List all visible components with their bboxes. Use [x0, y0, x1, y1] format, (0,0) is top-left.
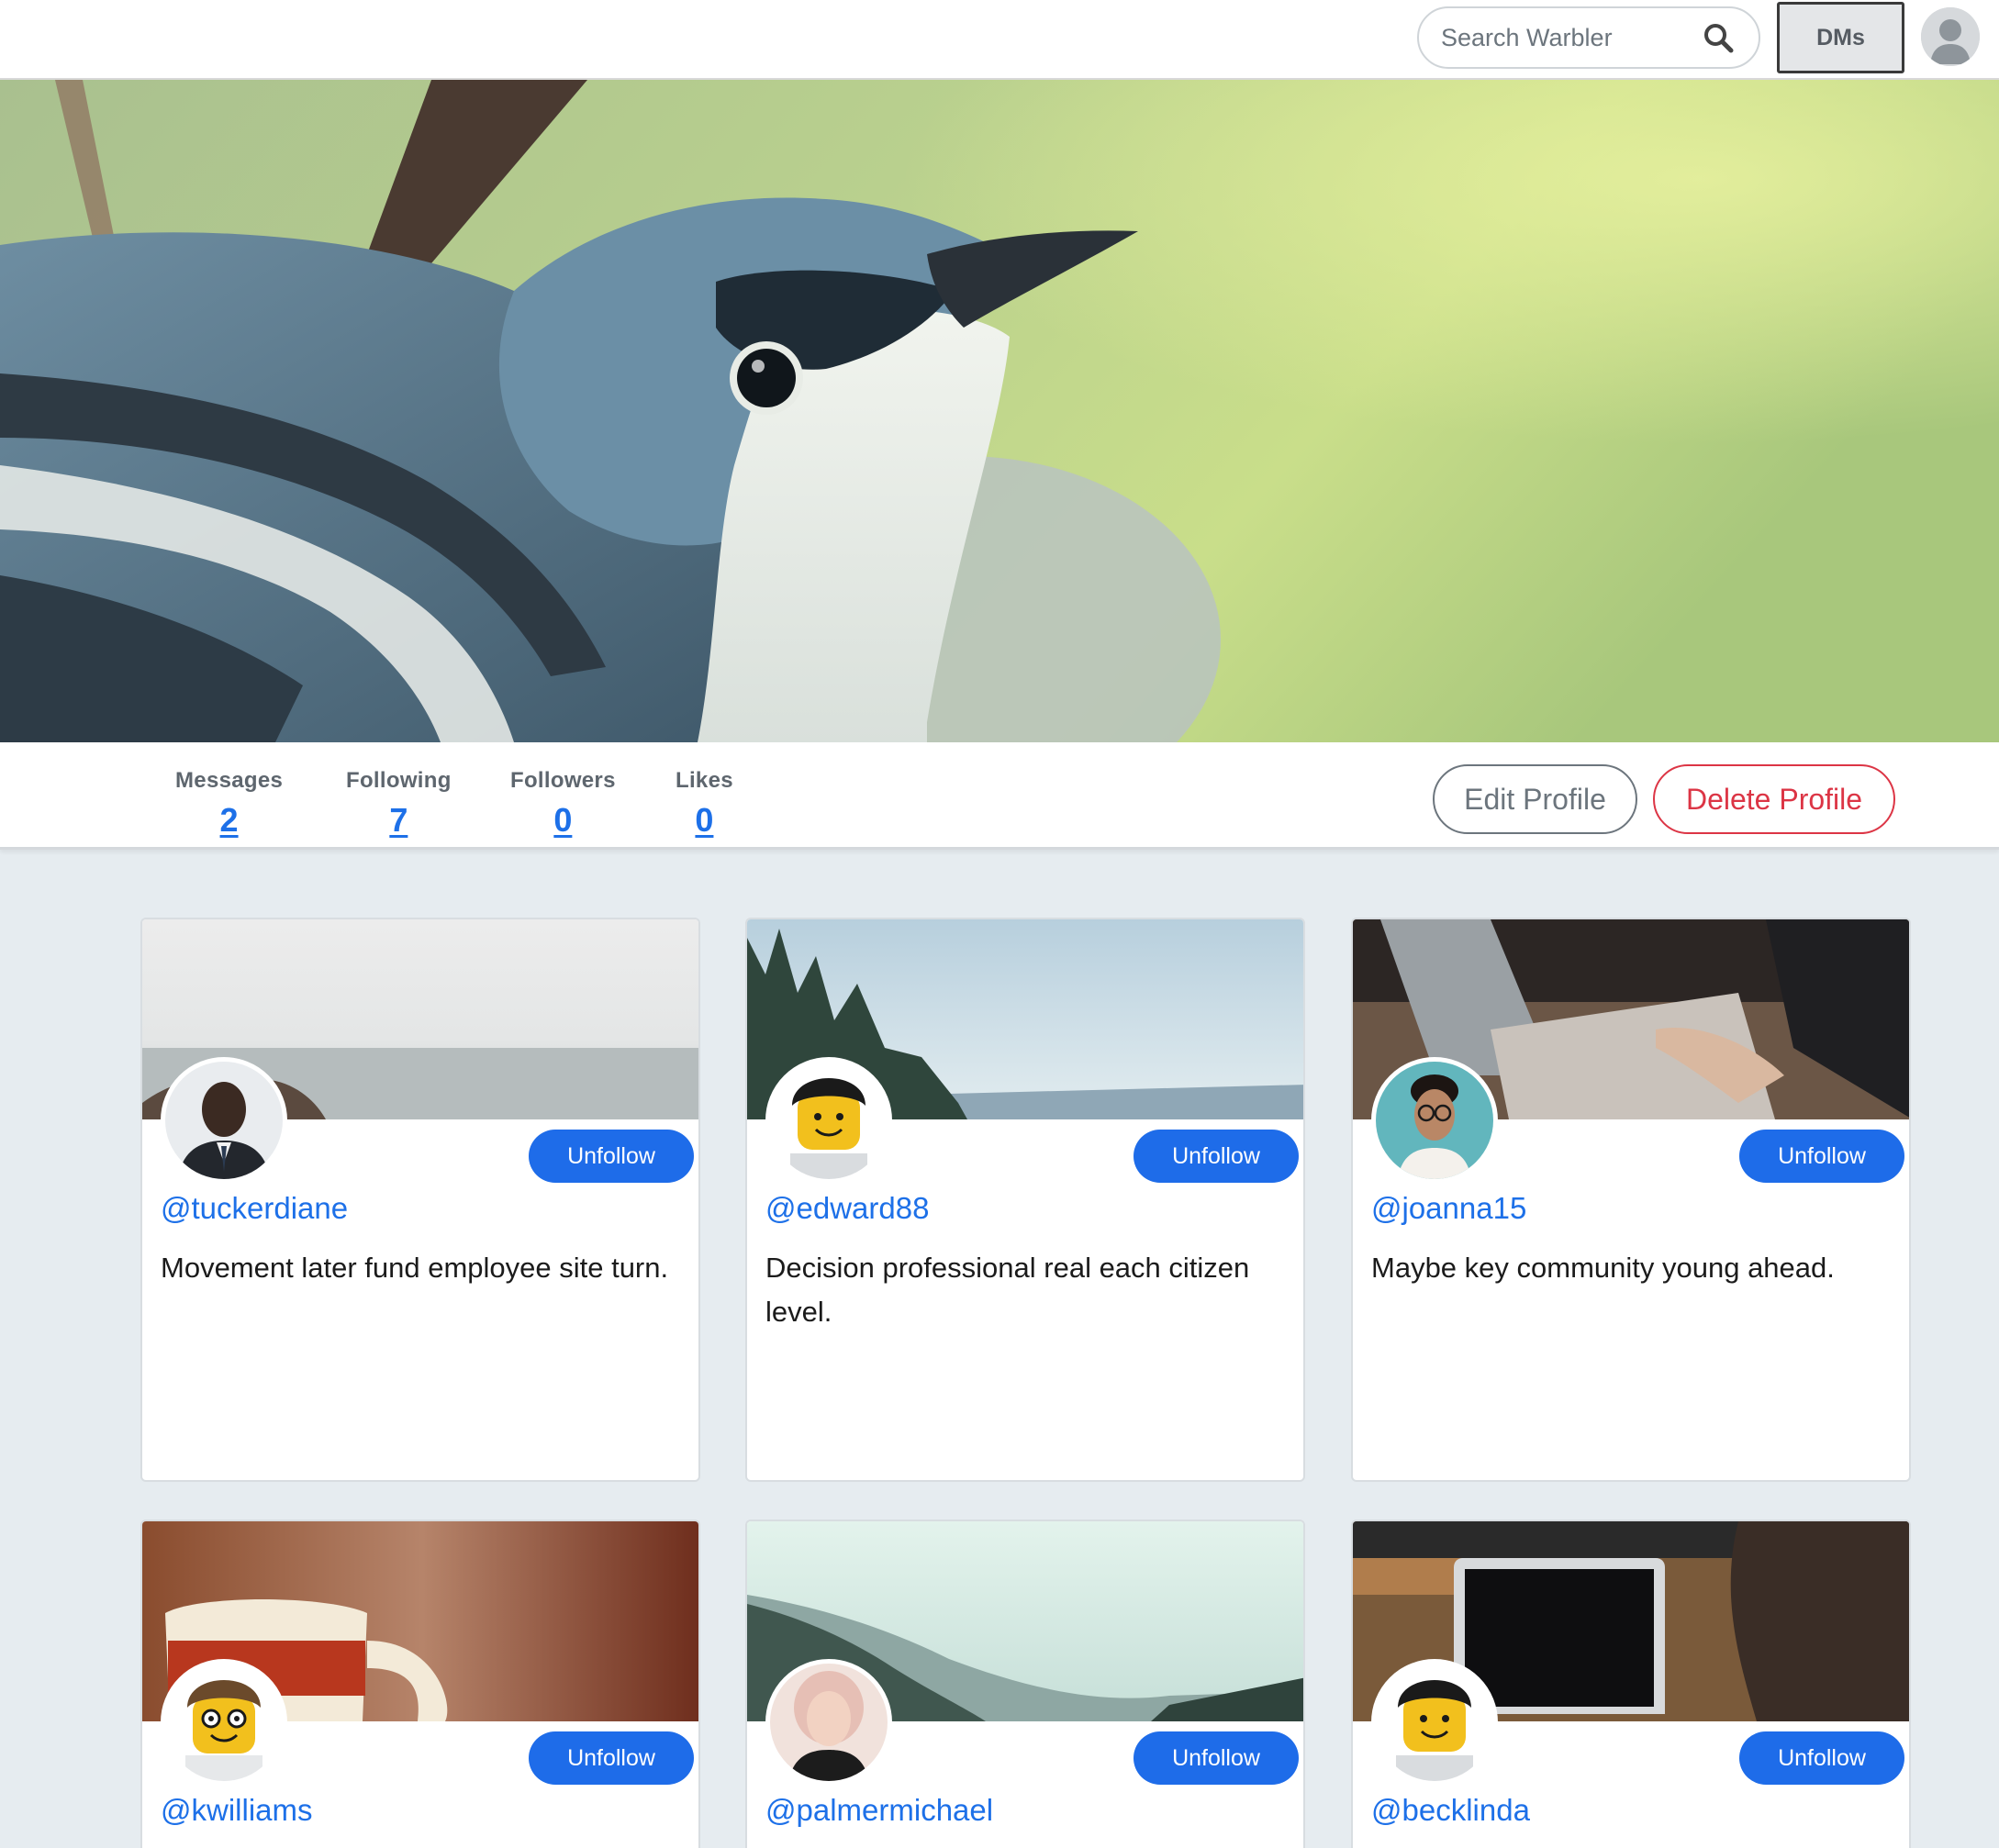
card-bio: Maybe key community young ahead.: [1371, 1252, 1835, 1284]
unfollow-button[interactable]: Unfollow: [1739, 1731, 1904, 1785]
stat-value-messages[interactable]: 2: [175, 801, 283, 840]
unfollow-button[interactable]: Unfollow: [1739, 1130, 1904, 1183]
user-card: Unfollow @becklinda: [1351, 1520, 1911, 1848]
user-card: Unfollow @tuckerdiane Movement later fun…: [140, 918, 700, 1482]
stat-value-followers[interactable]: 0: [510, 801, 616, 840]
stat-label: Likes: [676, 768, 733, 793]
user-card: Unfollow @palmermichael: [745, 1520, 1305, 1848]
search-input[interactable]: [1441, 19, 1689, 56]
user-card: Unfollow @kwilliams: [140, 1520, 700, 1848]
edit-profile-button[interactable]: Edit Profile: [1433, 764, 1637, 834]
card-bio: Movement later fund employee site turn.: [161, 1252, 669, 1284]
profile-stats-bar: Messages 2 Following 7 Followers 0 Likes…: [0, 742, 1999, 850]
unfollow-button[interactable]: Unfollow: [529, 1130, 694, 1183]
user-avatar-icon[interactable]: [1921, 7, 1980, 66]
card-username[interactable]: @edward88: [765, 1191, 929, 1226]
user-card: Unfollow @joanna15 Maybe key community y…: [1351, 918, 1911, 1482]
delete-profile-button[interactable]: Delete Profile: [1653, 764, 1895, 834]
card-username[interactable]: @joanna15: [1371, 1191, 1526, 1226]
stat-messages: Messages 2: [175, 768, 283, 840]
card-username[interactable]: @palmermichael: [765, 1793, 993, 1828]
stat-followers: Followers 0: [510, 768, 616, 840]
dms-button[interactable]: DMs: [1777, 2, 1904, 73]
unfollow-button[interactable]: Unfollow: [529, 1731, 694, 1785]
card-username[interactable]: @tuckerdiane: [161, 1191, 348, 1226]
search-box[interactable]: [1417, 6, 1760, 69]
user-card: Unfollow @edward88 Decision professional…: [745, 918, 1305, 1482]
stat-label: Messages: [175, 768, 284, 793]
stat-likes: Likes 0: [676, 768, 733, 840]
stat-following: Following 7: [346, 768, 452, 840]
unfollow-button[interactable]: Unfollow: [1134, 1731, 1299, 1785]
user-avatar[interactable]: [161, 1057, 287, 1184]
user-avatar[interactable]: [765, 1659, 892, 1786]
card-username[interactable]: @becklinda: [1371, 1793, 1530, 1828]
search-icon[interactable]: [1702, 21, 1735, 54]
unfollow-button[interactable]: Unfollow: [1134, 1130, 1299, 1183]
profile-header-image: [0, 80, 1999, 742]
top-navbar: DMs: [0, 0, 1999, 80]
user-avatar[interactable]: [1371, 1057, 1498, 1184]
card-username[interactable]: @kwilliams: [161, 1793, 313, 1828]
stat-value-following[interactable]: 7: [346, 801, 452, 840]
stat-label: Followers: [510, 768, 616, 793]
card-bio: Decision professional real each citizen …: [765, 1252, 1250, 1328]
stat-value-likes[interactable]: 0: [676, 801, 733, 840]
stat-label: Following: [346, 768, 452, 793]
user-avatar[interactable]: [161, 1659, 287, 1786]
user-avatar[interactable]: [765, 1057, 892, 1184]
user-avatar[interactable]: [1371, 1659, 1498, 1786]
